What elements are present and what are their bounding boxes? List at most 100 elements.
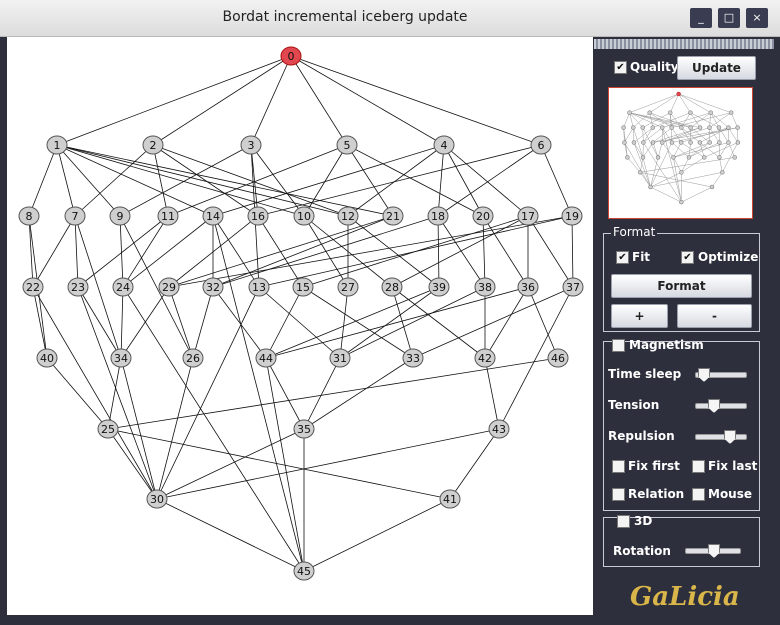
concept-node-20[interactable]: 20 [472, 206, 494, 226]
concept-node-40[interactable] [625, 155, 630, 160]
mouse-checkbox[interactable] [692, 488, 705, 501]
concept-node-12[interactable] [688, 125, 693, 130]
concept-node-41[interactable] [709, 184, 715, 190]
relation-checkbox[interactable] [612, 488, 625, 501]
concept-node-29[interactable] [650, 140, 656, 145]
concept-node-17[interactable] [726, 125, 731, 130]
concept-node-15[interactable] [678, 140, 684, 145]
concept-node-43[interactable] [720, 170, 725, 175]
concept-node-11[interactable] [650, 125, 656, 130]
concept-node-19[interactable] [735, 125, 740, 130]
concept-node-26[interactable]: 26 [182, 348, 204, 368]
rotation-slider[interactable] [685, 544, 741, 558]
concept-node-39[interactable] [707, 140, 712, 145]
concept-node-44[interactable]: 44 [255, 348, 277, 368]
concept-node-30[interactable]: 30 [146, 489, 168, 509]
concept-node-26[interactable] [655, 155, 661, 160]
concept-node-11[interactable]: 11 [157, 206, 179, 226]
concept-node-27[interactable] [688, 140, 693, 145]
concept-node-44[interactable] [671, 155, 676, 160]
concept-node-9[interactable]: 9 [109, 206, 131, 226]
repulsion-slider[interactable] [695, 430, 747, 444]
concept-node-15[interactable]: 15 [292, 277, 314, 297]
concept-node-13[interactable]: 13 [248, 277, 270, 297]
concept-node-2[interactable] [647, 110, 652, 115]
concept-node-33[interactable] [702, 155, 707, 160]
concept-node-16[interactable]: 16 [247, 206, 269, 226]
concept-node-4[interactable]: 4 [433, 135, 455, 155]
concept-node-19[interactable]: 19 [561, 206, 583, 226]
concept-node-39[interactable]: 39 [428, 277, 450, 297]
concept-node-29[interactable]: 29 [158, 277, 180, 297]
quality-checkbox[interactable]: ✔ [614, 61, 627, 74]
concept-node-40[interactable]: 40 [36, 348, 58, 368]
minimize-button[interactable]: _ [690, 8, 712, 28]
concept-node-32[interactable] [660, 140, 665, 145]
lattice-canvas[interactable]: 0 1 2 3 4 5 6 7 8 9 10 11 12 13 14 15 16 17 18 19 20 21 22 23 24… [7, 37, 593, 615]
concept-node-0[interactable] [676, 91, 681, 97]
concept-node-7[interactable]: 7 [64, 206, 86, 226]
concept-node-27[interactable]: 27 [337, 277, 359, 297]
concept-node-22[interactable] [622, 140, 627, 145]
concept-node-35[interactable]: 35 [293, 419, 315, 439]
concept-node-17[interactable]: 17 [517, 206, 539, 226]
overview-minimap[interactable] [608, 87, 753, 219]
concept-node-2[interactable]: 2 [142, 135, 164, 155]
concept-node-5[interactable] [688, 110, 693, 115]
concept-node-36[interactable] [726, 140, 731, 145]
concept-node-25[interactable] [638, 170, 643, 175]
format-button[interactable]: Format [611, 274, 752, 298]
fit-checkbox[interactable]: ✔ [616, 251, 629, 264]
lattice-graph[interactable]: 01 2 3 45 678 9 1011 1213141516 1718 19202122 23 24… [7, 37, 593, 615]
concept-node-46[interactable] [732, 155, 737, 160]
panel-grip[interactable] [594, 39, 774, 49]
concept-node-41[interactable]: 41 [439, 489, 461, 509]
concept-node-16[interactable] [669, 125, 674, 130]
update-button[interactable]: Update [677, 56, 756, 80]
time-sleep-slider[interactable] [695, 368, 747, 382]
concept-node-43[interactable]: 43 [488, 419, 510, 439]
concept-node-23[interactable] [631, 140, 637, 145]
optimize-checkbox[interactable]: ✔ [681, 251, 694, 264]
concept-node-34[interactable] [640, 155, 646, 160]
concept-node-13[interactable] [669, 140, 675, 145]
concept-node-12[interactable]: 12 [337, 206, 359, 226]
concept-node-37[interactable] [735, 140, 741, 145]
fix-last-checkbox[interactable] [692, 460, 705, 473]
concept-node-4[interactable] [708, 110, 713, 115]
zoom-out-button[interactable]: - [677, 304, 752, 328]
fix-first-checkbox[interactable] [612, 460, 625, 473]
concept-node-45[interactable]: 45 [293, 561, 315, 581]
concept-node-46[interactable]: 46 [547, 348, 569, 368]
concept-node-32[interactable]: 32 [202, 277, 224, 297]
concept-node-37[interactable]: 37 [562, 277, 584, 297]
concept-node-10[interactable] [679, 125, 684, 130]
concept-node-33[interactable]: 33 [402, 348, 424, 368]
concept-node-3[interactable] [668, 110, 673, 115]
concept-node-24[interactable]: 24 [112, 277, 134, 297]
concept-node-36[interactable]: 36 [517, 277, 539, 297]
concept-node-22[interactable]: 22 [22, 277, 44, 297]
concept-node-25[interactable]: 25 [97, 419, 119, 439]
concept-node-42[interactable]: 42 [474, 348, 496, 368]
concept-node-42[interactable] [717, 155, 722, 160]
concept-node-21[interactable] [697, 125, 703, 130]
zoom-in-button[interactable]: + [611, 304, 668, 328]
concept-node-7[interactable] [631, 125, 636, 130]
concept-node-8[interactable]: 8 [18, 206, 40, 226]
concept-node-6[interactable]: 6 [530, 135, 552, 155]
concept-node-45[interactable] [679, 199, 684, 205]
concept-node-3[interactable]: 3 [240, 135, 262, 155]
minimap-graph[interactable] [609, 88, 752, 218]
concept-node-18[interactable]: 18 [427, 206, 449, 226]
concept-node-30[interactable] [648, 184, 653, 190]
concept-node-38[interactable]: 38 [474, 277, 496, 297]
concept-node-24[interactable] [641, 140, 646, 145]
concept-node-31[interactable] [686, 155, 692, 160]
concept-node-14[interactable]: 14 [202, 206, 224, 226]
concept-node-18[interactable] [707, 125, 712, 130]
tension-slider[interactable] [695, 399, 747, 413]
concept-node-20[interactable] [716, 125, 722, 130]
concept-node-28[interactable] [697, 140, 703, 145]
concept-node-10[interactable]: 10 [293, 206, 315, 226]
